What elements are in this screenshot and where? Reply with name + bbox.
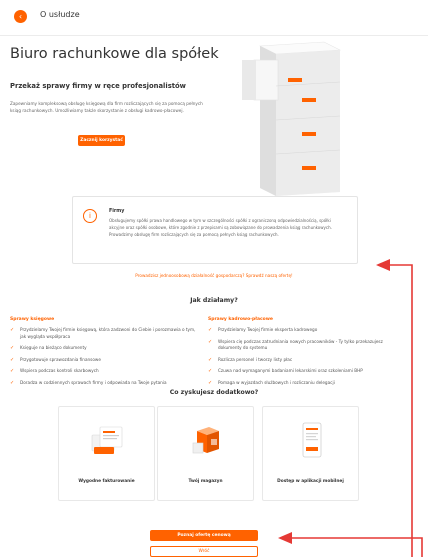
invoicing-tile[interactable]: Wygodne fakturowanie	[58, 406, 155, 501]
filing-cabinet-illustration	[242, 41, 342, 196]
list-item: ✓ Księguje na bieżąco dokumenty	[10, 345, 200, 352]
list-item-text: Rozlicza personel i tworzy listy płac	[218, 356, 293, 362]
mobile-app-icon	[302, 422, 322, 458]
list-item-text: Wspiera cię podczas zatrudniania nowych …	[218, 338, 383, 351]
check-icon: ✓	[208, 379, 213, 386]
tile-label: Dostęp w aplikacji mobilnej	[277, 479, 344, 484]
accounting-column-title: Sprawy księgowe	[10, 317, 55, 322]
list-item: ✓ Doradza w codziennych sprawach firmy i …	[10, 380, 200, 387]
start-button[interactable]: Zacznij korzystać	[78, 135, 125, 146]
top-bar: ‹ O usłudze	[0, 0, 428, 36]
check-icon: ✓	[208, 327, 213, 333]
check-icon: ✓	[10, 356, 15, 363]
list-item-text: Przygotowuje sprawozdania finansowe	[20, 356, 101, 362]
check-icon: ✓	[208, 356, 213, 363]
how-we-work-title: Jak działamy?	[190, 297, 238, 304]
list-item-text: Pomaga w wyjazdach służbowych i rozlicza…	[218, 379, 335, 385]
list-item: ✓ Wspiera podczas kontroli skarbowych	[10, 368, 200, 375]
list-item-text: Doradza w codziennych sprawach firmy i o…	[20, 379, 167, 385]
tile-label: Wygodne fakturowanie	[78, 479, 135, 484]
list-item: ✓ Pomaga w wyjazdach służbowych i rozlicz…	[208, 380, 384, 387]
mobile-app-tile[interactable]: Dostęp w aplikacji mobilnej	[262, 406, 359, 501]
invoice-icon	[91, 426, 123, 454]
back-button[interactable]: Wróć	[150, 546, 258, 557]
list-item: ✓ Wspiera cię podczas zatrudniania nowych…	[208, 339, 384, 352]
list-item-text: Przydzielamy Twojej firmie eksperta kadr…	[218, 327, 318, 332]
tile-label: Twój magazyn	[188, 479, 223, 484]
list-item-text: Czuwa nad wymaganymi badaniami lekarskim…	[218, 368, 363, 373]
check-icon: ✓	[10, 368, 15, 374]
list-item-text: Przydzielamy Twojej firmie księgową, któ…	[20, 327, 196, 339]
price-offer-button[interactable]: Poznaj ofertę cenową	[150, 530, 258, 541]
hr-column-title: Sprawy kadrowo-płacowe	[208, 317, 273, 322]
list-item: ✓ Przygotowuje sprawozdania finansowe	[10, 357, 200, 364]
company-type-card: i Firmy Obsługujemy spółki prawa handlow…	[72, 196, 358, 264]
arrow-to-offer-button	[278, 532, 423, 557]
check-icon: ✓	[208, 368, 213, 374]
list-item-text: Wspiera podczas kontroli skarbowych	[20, 368, 99, 373]
info-card-title: Firmy	[109, 209, 125, 214]
list-item: ✓ Przydzielamy Twojej firmie eksperta kad…	[208, 327, 384, 334]
check-icon: ✓	[10, 379, 15, 386]
warehouse-icon	[192, 427, 219, 454]
accounting-list: ✓ Przydzielamy Twojej firmie księgową, kt…	[10, 327, 200, 391]
check-icon: ✓	[208, 338, 213, 345]
info-icon: i	[83, 209, 97, 223]
check-icon: ✓	[10, 327, 15, 333]
page-title: O usłudze	[40, 10, 80, 19]
warehouse-tile[interactable]: Twój magazyn	[157, 406, 254, 501]
info-card-text: Obsługujemy spółki prawa handlowego w ty…	[109, 218, 332, 237]
check-icon: ✓	[10, 345, 15, 351]
list-item-text: Księguje na bieżąco dokumenty	[20, 345, 87, 350]
hr-list: ✓ Przydzielamy Twojej firmie eksperta kad…	[208, 327, 384, 391]
list-item: ✓ Przydzielamy Twojej firmie księgową, kt…	[10, 327, 200, 340]
hero-subtitle: Przekaż sprawy firmy w ręce profesjonali…	[10, 82, 186, 90]
chevron-left-icon[interactable]: ‹	[14, 10, 27, 23]
list-item: ✓ Rozlicza personel i tworzy listy płac	[208, 357, 384, 364]
hero-title: Biuro rachunkowe dla spółek	[10, 46, 219, 62]
list-item: ✓ Czuwa nad wymaganymi badaniami lekarski…	[208, 368, 384, 375]
extras-title: Co zyskujesz dodatkowo?	[169, 389, 259, 396]
hero-description: Zapewniamy kompleksową obsługę księgową …	[10, 101, 203, 113]
sole-proprietorship-offer-link[interactable]: Prowadzisz jednoosobową działalność gosp…	[0, 273, 428, 278]
